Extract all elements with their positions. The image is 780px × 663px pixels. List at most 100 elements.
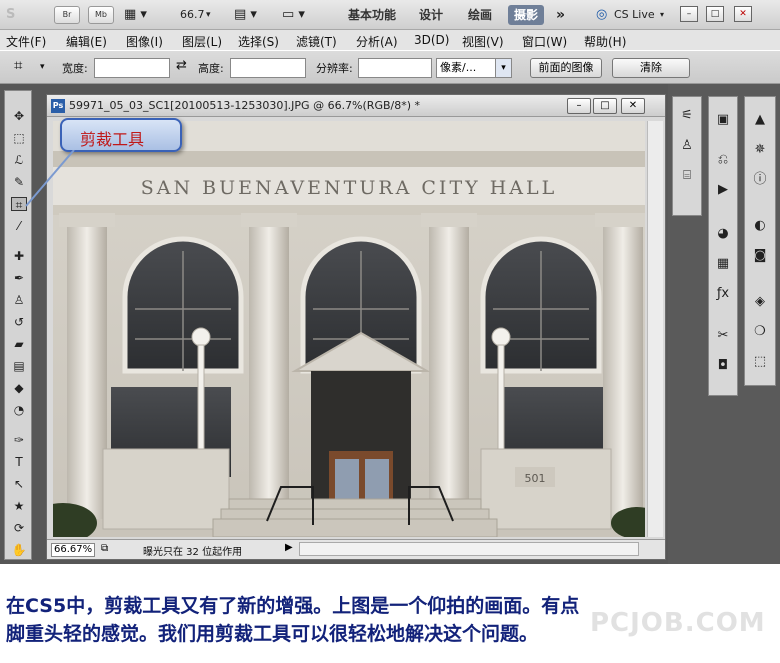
- panel-column-3: ▲ ✵ ⓘ ◐ ◙ ◈ ❍ ⬚: [744, 96, 776, 386]
- clear-button[interactable]: 清除: [612, 58, 690, 78]
- callout-text: 剪裁工具: [80, 130, 145, 149]
- city-hall-photo: SAN BUENAVENTURA CITY HALL 501: [53, 121, 645, 537]
- width-input[interactable]: [94, 58, 170, 78]
- close-button[interactable]: ✕: [734, 6, 752, 22]
- workspace-photography[interactable]: 摄影: [508, 5, 545, 25]
- crop-tool-callout: 剪裁工具: [60, 118, 182, 152]
- menu-file[interactable]: 文件(F): [6, 33, 46, 50]
- menu-analysis[interactable]: 分析(A): [356, 33, 398, 50]
- clone-stamp-tool-icon[interactable]: ♙: [11, 293, 27, 307]
- application-bar: S Br Mb ▦ ▾ 66.7 ▾ ▤ ▾ ▭ ▾ 基本功能 设计 绘画 摄影…: [0, 0, 780, 30]
- document-title-bar[interactable]: Ps 59971_05_03_SC1[20100513-1253030].JPG…: [47, 95, 665, 117]
- workspace-essentials[interactable]: 基本功能: [348, 5, 396, 25]
- info-panel-icon[interactable]: ⓘ: [750, 171, 770, 189]
- adjustment-layer-icon[interactable]: ◐: [750, 217, 770, 235]
- ps-document-icon: Ps: [51, 99, 65, 113]
- view-extras-icon[interactable]: ▦ ▾: [124, 5, 147, 25]
- shape-tool-icon[interactable]: ★: [11, 499, 27, 513]
- swatches-panel-icon[interactable]: ▦: [713, 255, 733, 273]
- type-tool-icon[interactable]: T: [11, 455, 27, 469]
- masks-icon[interactable]: ◙: [750, 247, 770, 265]
- launch-minibridge-button[interactable]: Mb: [88, 6, 114, 24]
- height-input[interactable]: [230, 58, 306, 78]
- paths-panel-icon[interactable]: ⬚: [750, 353, 770, 371]
- styles-panel-icon[interactable]: ƒx: [713, 285, 733, 303]
- zoom-dropdown-icon[interactable]: ▾: [206, 5, 211, 25]
- eyedropper-tool-icon[interactable]: ⁄: [11, 219, 27, 233]
- layers-panel-icon[interactable]: ◈: [750, 293, 770, 311]
- panel-column-2: ▣ ⎌ ▶ ◕ ▦ ƒx ✂ ◘: [708, 96, 738, 396]
- cslive-menu[interactable]: CS Live: [614, 5, 655, 25]
- vertical-scrollbar[interactable]: [647, 121, 663, 537]
- zoom-level[interactable]: 66.7: [180, 5, 205, 25]
- image-canvas[interactable]: SAN BUENAVENTURA CITY HALL 501: [53, 121, 645, 537]
- tool-preset-dropdown-icon[interactable]: ▾: [40, 62, 45, 72]
- callout-pointer: [25, 150, 75, 207]
- more-workspaces-icon[interactable]: »: [556, 5, 565, 25]
- clone-source-icon[interactable]: ♙: [677, 137, 697, 155]
- front-image-button[interactable]: 前面的图像: [530, 58, 602, 78]
- status-menu-arrow-icon[interactable]: ▶: [285, 542, 293, 553]
- doc-minimize-button[interactable]: –: [567, 98, 591, 114]
- marquee-tool-icon[interactable]: ⬚: [11, 131, 27, 145]
- spot-healing-tool-icon[interactable]: ✚: [11, 249, 27, 263]
- move-tool-icon[interactable]: ✥: [11, 109, 27, 123]
- cslive-icon[interactable]: ◎: [596, 5, 607, 25]
- histogram-panel-icon[interactable]: ✵: [750, 141, 770, 159]
- arrange-documents-icon[interactable]: ▤ ▾: [234, 5, 257, 25]
- menu-3d[interactable]: 3D(D): [414, 33, 449, 47]
- plaque-number: 501: [525, 472, 546, 485]
- pen-tool-icon[interactable]: ✑: [11, 433, 27, 447]
- status-bar: 66.67% ⧉ 曝光只在 32 位起作用 ▶: [47, 539, 665, 559]
- workspace-painting[interactable]: 绘画: [468, 5, 492, 25]
- restore-button[interactable]: □: [706, 6, 724, 22]
- menu-select[interactable]: 选择(S): [238, 33, 279, 50]
- menu-filter[interactable]: 滤镜(T): [296, 33, 337, 50]
- cslive-dropdown-icon[interactable]: ▾: [660, 5, 664, 25]
- launch-bridge-button[interactable]: Br: [54, 6, 80, 24]
- horizontal-scrollbar[interactable]: [299, 542, 639, 556]
- history-panel-icon[interactable]: ⎌: [713, 151, 733, 169]
- brush-tool-icon[interactable]: ✒: [11, 271, 27, 285]
- screen-mode-icon[interactable]: ▭ ▾: [282, 5, 305, 25]
- menu-edit[interactable]: 编辑(E): [66, 33, 107, 50]
- menu-bar: 文件(F) 编辑(E) 图像(I) 图层(L) 选择(S) 滤镜(T) 分析(A…: [0, 30, 780, 50]
- doc-close-button[interactable]: ✕: [621, 98, 645, 114]
- workspace-design[interactable]: 设计: [419, 5, 443, 25]
- resolution-input[interactable]: [358, 58, 432, 78]
- swap-dimensions-icon[interactable]: ⇄: [176, 58, 187, 73]
- dodge-tool-icon[interactable]: ◔: [11, 403, 27, 417]
- adjustments-panel-icon[interactable]: ✂: [713, 327, 733, 345]
- history-brush-tool-icon[interactable]: ↺: [11, 315, 27, 329]
- zoom-field[interactable]: 66.67%: [51, 543, 95, 557]
- path-selection-tool-icon[interactable]: ↖: [11, 477, 27, 491]
- doc-maximize-button[interactable]: □: [593, 98, 617, 114]
- options-bar: ⌗ ▾ 宽度: ⇄ 高度: 分辨率: 像素/... ▾ 前面的图像 清除: [0, 50, 780, 84]
- navigator-panel-icon[interactable]: ▲: [750, 111, 770, 129]
- document-title: 59971_05_03_SC1[20100513-1253030].JPG @ …: [69, 99, 421, 112]
- crop-tool-preset-icon[interactable]: ⌗: [14, 56, 22, 74]
- menu-layer[interactable]: 图层(L): [182, 33, 222, 50]
- resolution-unit-select[interactable]: 像素/... ▾: [436, 58, 512, 78]
- minibridge-panel-icon[interactable]: ▣: [713, 111, 733, 129]
- blur-tool-icon[interactable]: ◆: [11, 381, 27, 395]
- menu-image[interactable]: 图像(I): [126, 33, 163, 50]
- color-panel-icon[interactable]: ◕: [713, 225, 733, 243]
- menu-help[interactable]: 帮助(H): [584, 33, 626, 50]
- resolution-unit-value: 像素/...: [440, 61, 477, 74]
- menu-window[interactable]: 窗口(W): [522, 33, 567, 50]
- actions-panel-icon[interactable]: ▶: [713, 181, 733, 199]
- status-info-icon[interactable]: ⧉: [101, 543, 108, 554]
- 3d-rotate-tool-icon[interactable]: ⟳: [11, 521, 27, 535]
- tool-presets-icon[interactable]: ⌸: [677, 167, 697, 185]
- menu-view[interactable]: 视图(V): [462, 33, 504, 50]
- brush-presets-icon[interactable]: ⚟: [677, 107, 697, 125]
- eraser-tool-icon[interactable]: ▰: [11, 337, 27, 351]
- hand-tool-icon[interactable]: ✋: [11, 543, 27, 557]
- gradient-tool-icon[interactable]: ▤: [11, 359, 27, 373]
- panel-column-1: ⚟ ♙ ⌸: [672, 96, 702, 216]
- building-inscription: SAN BUENAVENTURA CITY HALL: [141, 177, 557, 199]
- minimize-button[interactable]: –: [680, 6, 698, 22]
- channels-panel-icon[interactable]: ❍: [750, 323, 770, 341]
- masks-panel-icon[interactable]: ◘: [713, 357, 733, 375]
